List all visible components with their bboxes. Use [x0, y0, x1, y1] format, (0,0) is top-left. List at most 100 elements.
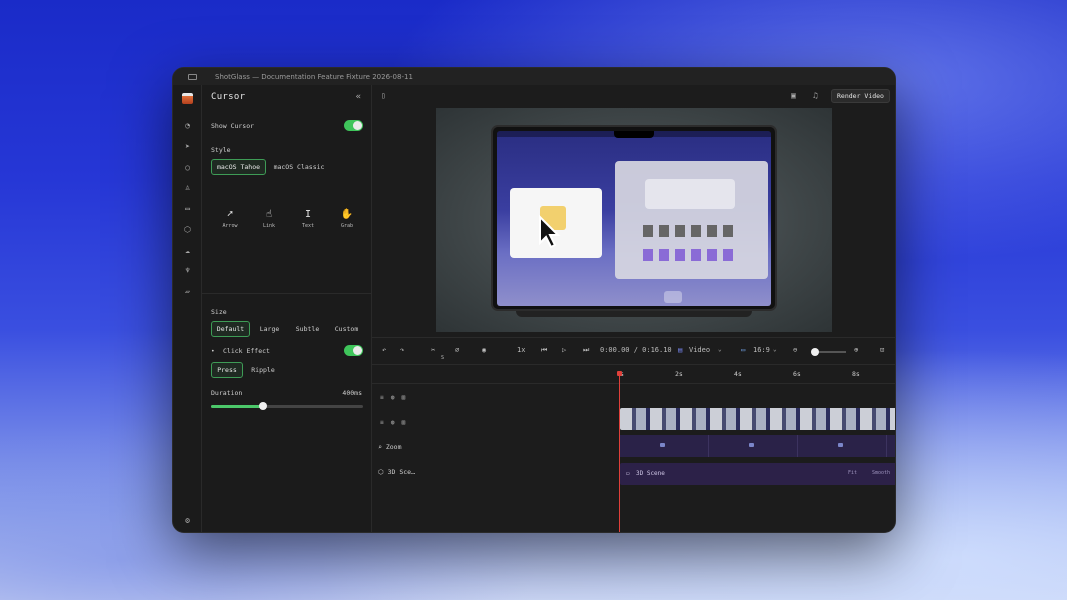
duration-slider-fill: [211, 405, 263, 408]
cursor-panel: Cursor « Show Cursor Style macOS Tahoe m…: [202, 85, 372, 532]
transport-toolbar: ↶ ↷ ✂ S ⌀ ◉ 1x ⏮ ▷ ⏭ 0:00.00 / 0:16.10 ▤…: [372, 337, 895, 365]
cursor-option-arrow[interactable]: ➚ Arrow: [215, 208, 245, 229]
timeline-zoom-knob[interactable]: [811, 348, 819, 356]
magnifier-icon: ⌕: [378, 443, 386, 451]
panel-title: Cursor: [211, 92, 246, 102]
save-icon[interactable]: ▣: [791, 91, 796, 100]
aspect-ratio-select[interactable]: 16:9: [753, 346, 770, 354]
scene-clip[interactable]: ▭ 3D Scene Fit Smooth: [620, 463, 895, 485]
show-cursor-toggle[interactable]: [344, 120, 363, 131]
timeline-ruler[interactable]: s 2s 4s 6s 8s 10s 12s 14s 16: [372, 366, 895, 384]
cursor-option-grab[interactable]: ✋ Grab: [332, 208, 362, 229]
eye-icon[interactable]: ◉: [482, 346, 486, 354]
cursor-option-link[interactable]: ☝ Link: [254, 208, 284, 229]
ruler-tick: 6s: [793, 370, 801, 378]
duration-slider-knob[interactable]: [258, 402, 267, 410]
monitor-icon: ▭: [741, 346, 746, 354]
zoom-segment[interactable]: [709, 435, 798, 457]
unlink-icon[interactable]: ⌀: [455, 346, 459, 354]
arrow-cursor-icon: ➚: [226, 209, 234, 220]
fit-timeline-icon[interactable]: ⊡: [880, 346, 884, 354]
zoom-keyframe: [838, 443, 843, 447]
track-1-controls[interactable]: ≡ ◍ ▥: [380, 394, 405, 401]
ruler-tick: 2s: [675, 370, 683, 378]
timeline-zoom-slider[interactable]: [811, 348, 846, 356]
cursor-icon[interactable]: ➤: [182, 141, 193, 152]
cursor-option-label: Link: [262, 223, 276, 229]
render-video-button[interactable]: Render Video: [831, 89, 890, 103]
app-window: ShotGlass — Documentation Feature Fixtur…: [172, 67, 896, 533]
layout-toggle-icon[interactable]: ▯: [381, 91, 386, 100]
undo-icon[interactable]: ↶: [382, 346, 386, 354]
effect-option-press[interactable]: Press: [211, 362, 243, 378]
laptop-icon[interactable]: ▭: [182, 203, 193, 214]
laptop-base: [516, 311, 752, 317]
click-effect-toggle[interactable]: [344, 345, 363, 356]
zoom-track-name: Zoom: [385, 443, 402, 451]
zoom-track[interactable]: [620, 435, 895, 457]
title-bar: ShotGlass — Documentation Feature Fixtur…: [173, 68, 895, 85]
search-zoom-icon[interactable]: ○: [182, 162, 193, 173]
chevron-down-icon[interactable]: ⌄: [773, 346, 777, 353]
style-option-classic[interactable]: macOS Classic: [268, 159, 330, 175]
icon-rail: ◔ ➤ ○ ♙ ▭ ⬡ ☁ ♆ ▱ ⚙: [173, 85, 202, 532]
click-effect-label: Click Effect: [223, 347, 270, 355]
cube-icon: ⬡: [378, 468, 388, 476]
cursor-option-text[interactable]: I Text: [293, 208, 323, 229]
chevron-down-icon[interactable]: ⌄: [718, 346, 722, 353]
sidebar-toggle-icon[interactable]: [188, 73, 197, 80]
size-option-custom[interactable]: Custom: [328, 321, 365, 337]
ibeam-icon: I: [304, 209, 312, 220]
play-icon[interactable]: ▷: [562, 346, 566, 354]
cursor-option-label: Arrow: [222, 223, 238, 229]
microphone-icon[interactable]: ♆: [182, 265, 193, 276]
size-option-subtle[interactable]: Subtle: [289, 321, 326, 337]
zoom-keyframe: [660, 443, 665, 447]
window-title: ShotGlass — Documentation Feature Fixtur…: [215, 72, 413, 81]
size-option-default[interactable]: Default: [211, 321, 250, 337]
cloud-icon[interactable]: ☁: [182, 245, 193, 256]
scene-track-label: ⬡ 3D Sce…: [378, 468, 415, 476]
duration-slider[interactable]: [211, 402, 363, 410]
playhead[interactable]: [619, 374, 620, 532]
scene-clip-label: 3D Scene: [636, 470, 665, 477]
cut-shortcut-label: S: [441, 355, 445, 361]
bell-icon[interactable]: ♫: [813, 91, 818, 100]
timecode: 0:00.00 / 0:16.10: [600, 346, 672, 354]
effect-option-ripple[interactable]: Ripple: [245, 362, 281, 378]
zoom-in-icon[interactable]: ⊕: [854, 346, 858, 354]
scene-clip-fit: Fit: [848, 470, 858, 476]
zoom-segment[interactable]: [620, 435, 709, 457]
track-2-controls[interactable]: ≡ ◍ ▥: [380, 419, 405, 426]
video-preview[interactable]: [436, 108, 832, 332]
show-cursor-label: Show Cursor: [211, 122, 255, 130]
cube-icon[interactable]: ⬡: [182, 224, 193, 235]
skip-forward-icon[interactable]: ⏭: [583, 346, 589, 355]
video-clip[interactable]: [620, 408, 895, 430]
palette-icon[interactable]: ◔: [182, 120, 193, 131]
zoom-out-icon[interactable]: ⊖: [793, 346, 797, 354]
scissors-icon[interactable]: ✂: [431, 346, 435, 354]
pointing-hand-icon: ☝: [265, 209, 273, 220]
size-option-large[interactable]: Large: [252, 321, 287, 337]
redo-icon[interactable]: ↷: [400, 346, 404, 354]
grab-hand-icon: ✋: [340, 209, 354, 220]
click-effect-dot-icon: •: [211, 348, 215, 355]
camera-notch: [614, 131, 654, 138]
skip-back-icon[interactable]: ⏮: [541, 346, 547, 355]
laptop-frame: [491, 125, 777, 311]
playback-speed[interactable]: 1x: [517, 346, 525, 354]
cursor-option-label: Grab: [340, 223, 354, 229]
people-icon[interactable]: ♙: [182, 182, 193, 193]
folder-icon[interactable]: ▱: [182, 286, 193, 297]
laptop-screen: [497, 131, 771, 306]
size-label: Size: [211, 308, 227, 316]
zoom-segment[interactable]: [798, 435, 887, 457]
view-mode-select[interactable]: Video: [689, 346, 710, 354]
style-option-tahoe[interactable]: macOS Tahoe: [211, 159, 266, 175]
settings-icon[interactable]: ⚙: [182, 515, 193, 526]
ruler-tick: 4s: [734, 370, 742, 378]
zoom-keyframe: [749, 443, 754, 447]
app-logo-icon: [182, 93, 193, 104]
collapse-panel-button[interactable]: «: [356, 92, 361, 102]
